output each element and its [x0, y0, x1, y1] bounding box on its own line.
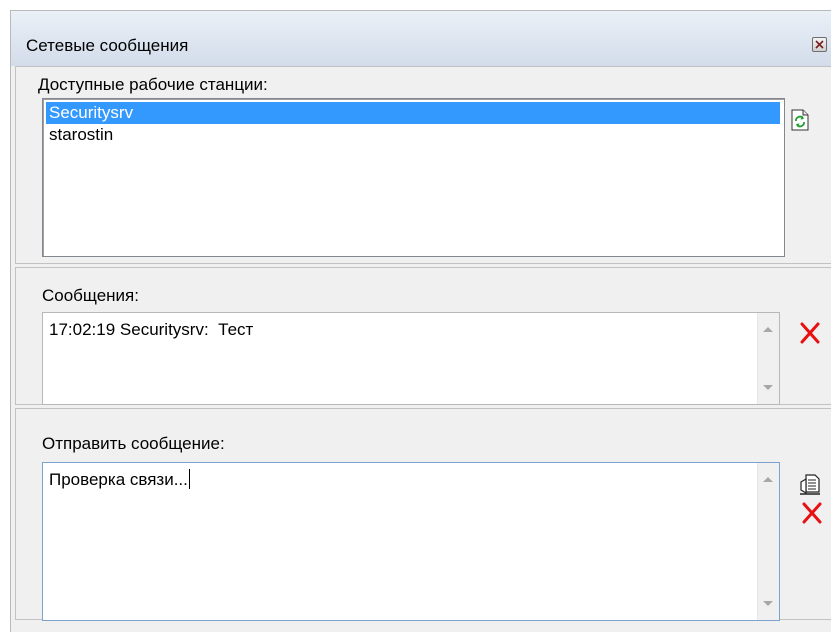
title-bar: Сетевые сообщения	[11, 11, 831, 66]
delete-x-icon	[800, 322, 820, 344]
network-messages-window: Сетевые сообщения Доступные рабочие стан…	[10, 10, 831, 632]
send-document-icon	[800, 474, 820, 495]
send-message-input[interactable]: Проверка связи...	[42, 462, 780, 621]
refresh-button[interactable]	[791, 109, 809, 131]
scroll-up-icon[interactable]	[763, 477, 773, 482]
scroll-up-icon[interactable]	[763, 327, 773, 332]
list-item[interactable]: starostin	[46, 124, 113, 146]
list-item[interactable]: Securitysrv	[46, 102, 780, 124]
messages-label: Сообщения:	[42, 286, 139, 305]
scroll-down-icon[interactable]	[763, 601, 773, 606]
messages-panel: Сообщения: 17:02:19 Securitysrv: Тест	[15, 267, 831, 405]
close-button[interactable]	[812, 37, 827, 52]
delete-x-icon	[802, 502, 822, 524]
clear-send-button[interactable]	[802, 502, 822, 524]
send-panel: Отправить сообщение: Проверка связи...	[15, 408, 831, 621]
workstations-panel: Доступные рабочие станции: Securitysrv s…	[15, 66, 831, 264]
send-label: Отправить сообщение:	[42, 434, 225, 453]
messages-scrollbar[interactable]	[757, 313, 779, 404]
workstations-label: Доступные рабочие станции:	[38, 75, 268, 94]
send-message-text: Проверка связи...	[49, 469, 190, 491]
workstations-list[interactable]: Securitysrv starostin	[42, 98, 785, 257]
messages-log[interactable]: 17:02:19 Securitysrv: Тест	[42, 312, 780, 405]
send-message-button[interactable]	[799, 474, 821, 496]
close-icon	[815, 40, 824, 49]
message-entry: 17:02:19 Securitysrv: Тест	[49, 320, 254, 339]
text-caret	[188, 469, 190, 489]
send-scrollbar[interactable]	[757, 463, 779, 620]
window-title: Сетевые сообщения	[26, 36, 189, 55]
clear-messages-button[interactable]	[800, 322, 820, 344]
scroll-down-icon[interactable]	[763, 385, 773, 390]
send-message-value: Проверка связи...	[49, 470, 188, 489]
refresh-icon	[791, 109, 809, 131]
